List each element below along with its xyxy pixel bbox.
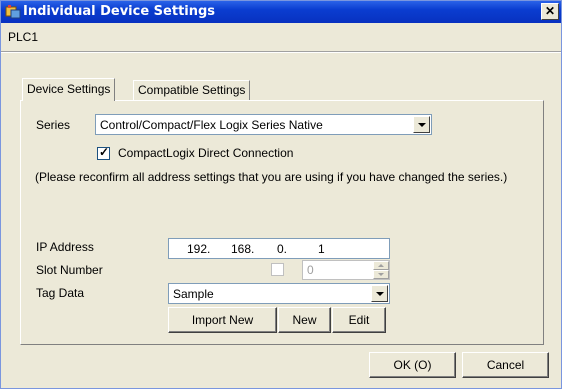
ip-octet-2[interactable]: 168. — [231, 242, 254, 256]
import-new-button[interactable]: Import New — [168, 307, 277, 333]
stepper-down-icon[interactable] — [373, 270, 389, 279]
stepper-buttons — [373, 261, 389, 279]
direct-connection-checkbox[interactable] — [97, 145, 110, 160]
chevron-down-icon[interactable] — [371, 285, 388, 302]
title-bar[interactable]: Individual Device Settings ✕ — [1, 1, 561, 23]
window-title: Individual Device Settings — [23, 4, 216, 19]
direct-connection-label[interactable]: CompactLogix Direct Connection — [118, 146, 293, 160]
close-icon: ✕ — [544, 4, 556, 18]
tag-data-label: Tag Data — [36, 286, 85, 300]
series-notice: (Please reconfirm all address settings t… — [35, 170, 508, 184]
ip-octet-1[interactable]: 192. — [187, 242, 210, 256]
tag-data-dropdown[interactable]: Sample — [168, 283, 390, 304]
slot-number-value: 0 — [307, 263, 314, 277]
slot-number-label: Slot Number — [36, 263, 103, 277]
app-icon — [5, 5, 21, 19]
divider — [1, 51, 561, 53]
stepper-up-icon[interactable] — [373, 261, 389, 270]
series-label: Series — [36, 118, 71, 132]
series-dropdown[interactable]: Control/Compact/Flex Logix Series Native — [95, 114, 432, 135]
ip-octet-3[interactable]: 0. — [277, 242, 287, 256]
new-button[interactable]: New — [278, 307, 331, 333]
slot-number-checkbox[interactable] — [271, 263, 284, 276]
chevron-down-icon[interactable] — [413, 116, 430, 133]
tag-data-value: Sample — [173, 287, 214, 301]
device-name: PLC1 — [8, 30, 39, 44]
close-button[interactable]: ✕ — [541, 3, 559, 20]
cancel-button[interactable]: Cancel — [462, 352, 549, 378]
edit-button[interactable]: Edit — [332, 307, 386, 333]
tab-device-settings[interactable]: Device Settings — [22, 78, 116, 101]
series-value: Control/Compact/Flex Logix Series Native — [100, 118, 323, 132]
dialog-window: Individual Device Settings ✕ PLC1 Device… — [0, 0, 562, 389]
ip-address-field[interactable]: 192. 168. 0. 1 — [168, 238, 390, 259]
ip-octet-4[interactable]: 1 — [318, 242, 325, 256]
slot-number-stepper[interactable]: 0 — [302, 260, 390, 280]
ip-address-label: IP Address — [36, 240, 94, 254]
tab-compatible-settings[interactable]: Compatible Settings — [133, 80, 251, 101]
ok-button[interactable]: OK (O) — [369, 352, 456, 378]
